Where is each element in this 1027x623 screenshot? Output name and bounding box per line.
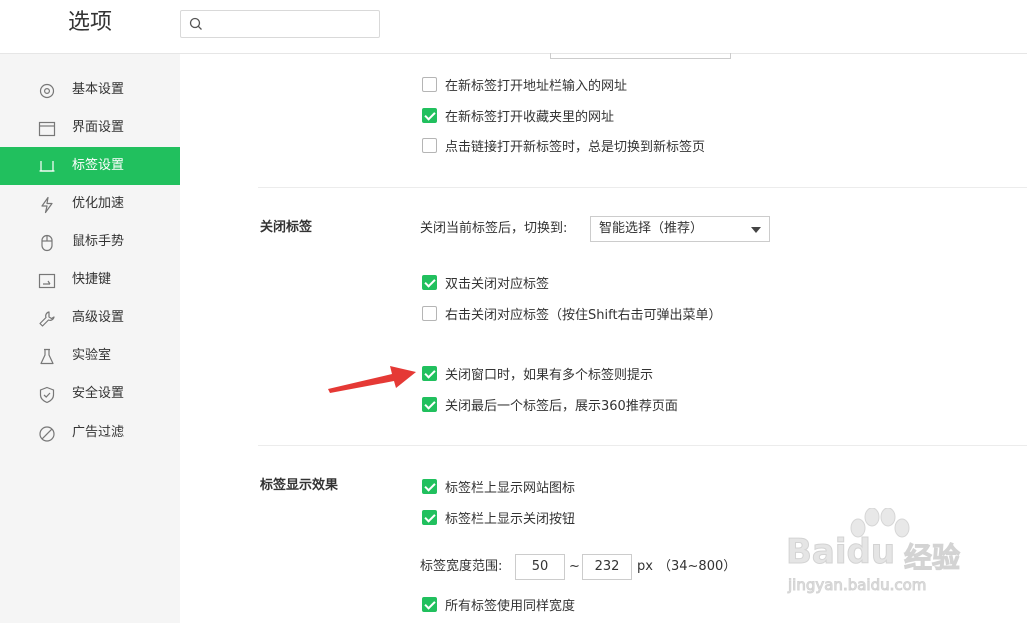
sidebar-item-shortcuts[interactable]: 快捷键 xyxy=(0,261,180,299)
option-double-click-close[interactable]: 双击关闭对应标签 xyxy=(422,272,549,292)
sidebar-item-label: 基本设置 xyxy=(72,82,125,97)
checkbox[interactable] xyxy=(422,305,437,321)
tab-width-label: 标签宽度范围: xyxy=(420,559,503,574)
option-switch-to-new-tab[interactable]: 点击链接打开新标签时，总是切换到新标签页 xyxy=(422,135,705,155)
option-right-click-close[interactable]: 右击关闭对应标签（按住Shift右击可弹出菜单） xyxy=(422,303,722,323)
sidebar-item-label: 广告过滤 xyxy=(72,425,125,440)
section-title-tab-display: 标签显示效果 xyxy=(260,478,339,493)
range-tilde: ~ xyxy=(569,559,580,574)
sidebar-item-lab[interactable]: 实验室 xyxy=(0,337,180,375)
checkbox[interactable] xyxy=(422,396,437,412)
switch-to-label: 关闭当前标签后，切换到: xyxy=(420,221,568,236)
sidebar-item-advanced[interactable]: 高级设置 xyxy=(0,299,180,337)
sidebar-item-interface[interactable]: 界面设置 xyxy=(0,109,180,147)
checkbox[interactable] xyxy=(422,274,437,290)
checkbox[interactable] xyxy=(422,478,437,494)
sidebar-item-label: 快捷键 xyxy=(72,272,112,287)
lightning-icon xyxy=(41,196,53,214)
range-hint: （34~800） xyxy=(658,559,737,574)
sidebar-item-label: 鼠标手势 xyxy=(72,234,125,249)
watermark-brand: Baidu xyxy=(785,532,896,573)
option-open-addressbar-in-new-tab[interactable]: 在新标签打开地址栏输入的网址 xyxy=(422,74,627,94)
watermark-url: jingyan.baidu.com xyxy=(787,576,927,595)
baidu-watermark: Baidu 经验 jingyan.baidu.com xyxy=(785,508,976,603)
tab-width-max-input[interactable]: 232 xyxy=(582,554,632,580)
checkbox[interactable] xyxy=(422,365,437,381)
watermark-brand-cn: 经验 xyxy=(903,541,961,575)
sidebar-item-label: 界面设置 xyxy=(72,120,125,135)
sidebar-item-optimize[interactable]: 优化加速 xyxy=(0,185,180,223)
sidebar-item-security[interactable]: 安全设置 xyxy=(0,375,180,413)
window-icon xyxy=(38,121,56,137)
block-icon xyxy=(39,426,55,442)
search-icon xyxy=(189,17,202,30)
sidebar-item-label: 优化加速 xyxy=(72,196,125,211)
sidebar-item-label: 安全设置 xyxy=(72,386,125,401)
header-bar: 选项 xyxy=(0,0,1027,54)
checkbox[interactable] xyxy=(422,137,437,153)
sidebar-item-label: 标签设置 xyxy=(72,158,125,173)
flask-icon xyxy=(40,348,54,365)
red-arrow-annotation xyxy=(328,366,416,393)
sidebar-item-label: 实验室 xyxy=(72,348,112,363)
sidebar-item-basic[interactable]: 基本设置 xyxy=(0,71,180,109)
sidebar-item-adblock[interactable]: 广告过滤 xyxy=(0,414,180,452)
sidebar-item-mouse[interactable]: 鼠标手势 xyxy=(0,223,180,261)
switch-to-select[interactable]: 智能选择（推荐） xyxy=(590,216,770,242)
shield-icon xyxy=(39,386,55,404)
gear-icon xyxy=(39,83,55,99)
tab-width-min-input[interactable]: 50 xyxy=(515,554,565,580)
checkbox[interactable] xyxy=(422,509,437,525)
option-show-360-recommend[interactable]: 关闭最后一个标签后，展示360推荐页面 xyxy=(422,394,678,414)
dropdown-edge xyxy=(550,53,731,59)
chevron-down-icon xyxy=(751,227,761,233)
wrench-icon xyxy=(39,311,55,327)
section-title-close-tab: 关闭标签 xyxy=(260,220,313,235)
page-title: 选项 xyxy=(68,10,113,35)
option-show-close-button[interactable]: 标签栏上显示关闭按钮 xyxy=(422,507,575,527)
option-warn-multiple-tabs-on-close[interactable]: 关闭窗口时，如果有多个标签则提示 xyxy=(422,363,653,383)
tab-icon xyxy=(39,161,55,172)
checkbox[interactable] xyxy=(422,596,437,612)
option-show-site-icon[interactable]: 标签栏上显示网站图标 xyxy=(422,476,575,496)
checkbox[interactable] xyxy=(422,76,437,92)
keyboard-icon xyxy=(38,273,56,289)
section-divider xyxy=(258,445,1027,446)
mouse-icon xyxy=(41,234,53,252)
checkbox[interactable] xyxy=(422,107,437,123)
sidebar-item-label: 高级设置 xyxy=(72,310,125,325)
search-box[interactable] xyxy=(180,10,380,38)
search-input[interactable] xyxy=(207,14,375,34)
option-same-width-tabs[interactable]: 所有标签使用同样宽度 xyxy=(422,594,575,614)
sidebar-item-tabs[interactable]: 标签设置 xyxy=(0,147,180,185)
sidebar: 基本设置 界面设置 标签设置 优化加速 鼠标手势 快捷键 高级设置 实验室 安全… xyxy=(0,54,180,623)
option-open-favorites-in-new-tab[interactable]: 在新标签打开收藏夹里的网址 xyxy=(422,105,614,125)
unit-label: px xyxy=(637,559,653,574)
section-divider xyxy=(258,187,1027,188)
